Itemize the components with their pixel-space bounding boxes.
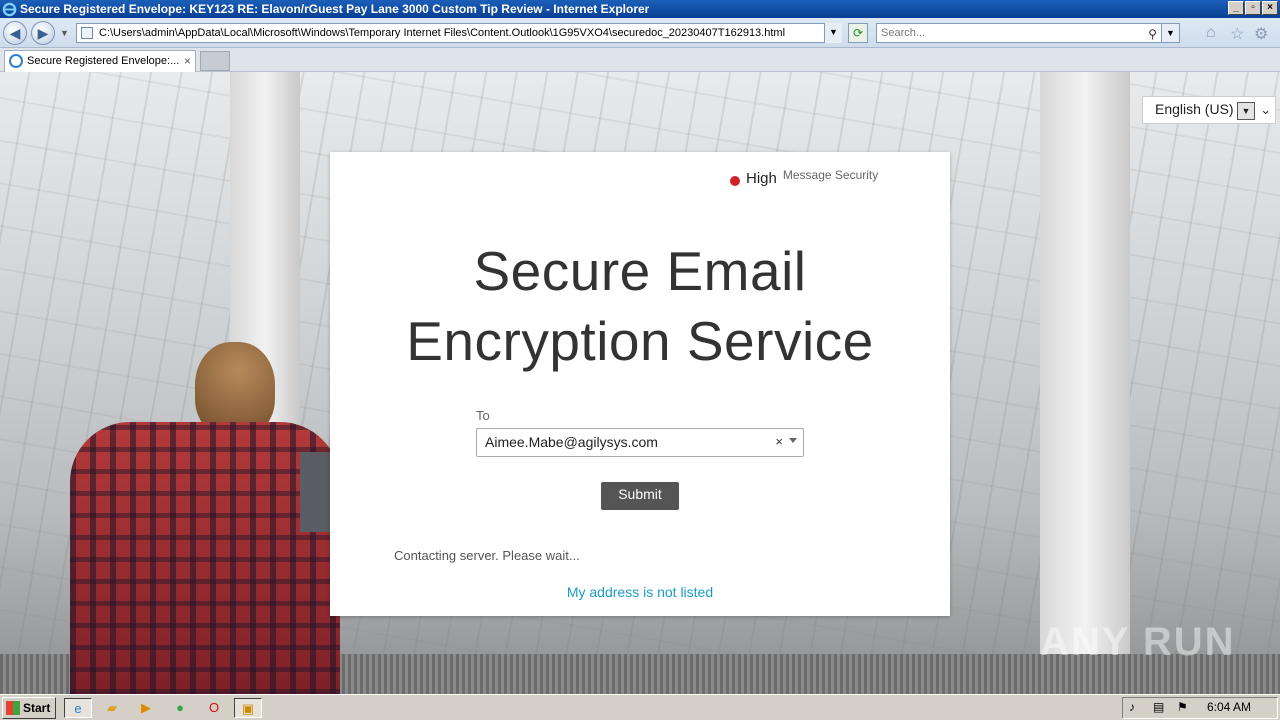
address-text: C:\Users\admin\AppData\Local\Microsoft\W… xyxy=(99,27,786,39)
status-message: Contacting server. Please wait... xyxy=(394,548,580,563)
taskbar-opera-icon[interactable]: O xyxy=(200,698,228,718)
page-title: Secure Email Encryption Service xyxy=(330,236,950,376)
tab-label: Secure Registered Envelope:... xyxy=(27,55,180,67)
address-dropdown-button[interactable]: ▼ xyxy=(824,23,842,43)
network-icon[interactable]: ▤ xyxy=(1153,700,1164,714)
forward-arrow-icon: ▶ xyxy=(37,25,49,41)
background-person-image xyxy=(40,342,340,694)
home-icon[interactable]: ⌂ xyxy=(1206,24,1216,42)
message-security-indicator: High Message Security xyxy=(730,168,878,187)
forward-button[interactable]: ▶ xyxy=(31,21,55,45)
address-bar[interactable]: C:\Users\admin\AppData\Local\Microsoft\W… xyxy=(76,23,842,43)
search-icon[interactable]: ⚲ xyxy=(1148,25,1157,43)
secure-envelope-card: High Message Security Secure Email Encry… xyxy=(330,152,950,616)
language-dropdown-button[interactable]: ▼ xyxy=(1237,102,1255,120)
browser-tabbar: Secure Registered Envelope:... × xyxy=(0,48,1280,72)
security-level: High xyxy=(746,170,777,187)
clear-selection-icon[interactable]: × xyxy=(775,429,783,455)
search-dropdown-button[interactable]: ▼ xyxy=(1161,24,1179,42)
system-tray: ♪ ▤ ⚑ 6:04 AM xyxy=(1122,697,1278,719)
window-controls: _ ▫ × xyxy=(1228,1,1278,15)
refresh-button[interactable]: ⟳ xyxy=(848,23,868,43)
taskbar-outlook-icon[interactable]: ▣ xyxy=(234,698,262,718)
action-center-flag-icon[interactable]: ⚑ xyxy=(1177,700,1188,714)
window-titlebar: Secure Registered Envelope: KEY123 RE: E… xyxy=(0,0,1280,18)
language-select[interactable]: English (US) ▼ ⌄ xyxy=(1142,96,1276,124)
gear-icon[interactable]: ⚙ xyxy=(1254,24,1268,44)
back-button[interactable]: ◀ xyxy=(3,21,27,45)
search-input[interactable]: Search... ⚲ ▼ xyxy=(876,23,1180,43)
to-label: To xyxy=(476,408,490,423)
close-button[interactable]: × xyxy=(1262,1,1278,15)
window-title: Secure Registered Envelope: KEY123 RE: E… xyxy=(20,2,650,16)
address-not-listed-link[interactable]: My address is not listed xyxy=(330,584,950,600)
favorites-star-icon[interactable]: ☆ xyxy=(1230,24,1244,44)
caret-down-icon[interactable] xyxy=(789,438,797,443)
page-icon xyxy=(81,27,93,39)
start-label: Start xyxy=(23,701,51,715)
background-pillar xyxy=(1040,72,1130,694)
ie-tab-icon xyxy=(9,54,23,68)
submit-button[interactable]: Submit xyxy=(601,482,679,510)
taskbar: Start e ▰ ▶ ● O ▣ ♪ ▤ ⚑ 6:04 AM xyxy=(0,694,1280,720)
volume-icon[interactable]: ♪ xyxy=(1129,700,1135,714)
restore-button[interactable]: ▫ xyxy=(1245,1,1261,15)
page-title-line1: Secure Email xyxy=(473,240,807,302)
recent-pages-dropdown-icon[interactable]: ▼ xyxy=(60,28,69,38)
back-arrow-icon: ◀ xyxy=(9,25,21,41)
recipient-value: Aimee.Mabe@agilysys.com xyxy=(485,434,658,450)
taskbar-media-player-icon[interactable]: ▶ xyxy=(132,698,160,718)
new-tab-button[interactable] xyxy=(200,51,230,71)
watermark-logo: ANY RUN xyxy=(1040,620,1236,664)
security-level-dot-icon xyxy=(730,176,740,186)
taskbar-folder-icon[interactable]: ▰ xyxy=(98,698,126,718)
search-placeholder: Search... xyxy=(881,27,926,39)
tab-secure-envelope[interactable]: Secure Registered Envelope:... × xyxy=(4,50,196,72)
chevron-down-icon: ⌄ xyxy=(1260,102,1271,117)
clock[interactable]: 6:04 AM xyxy=(1207,700,1251,714)
page-title-line2: Encryption Service xyxy=(406,310,874,372)
internet-explorer-icon xyxy=(2,2,17,16)
start-button[interactable]: Start xyxy=(2,697,56,719)
taskbar-internet-explorer-icon[interactable]: e xyxy=(64,698,92,718)
minimize-button[interactable]: _ xyxy=(1228,1,1244,15)
taskbar-chrome-icon[interactable]: ● xyxy=(166,698,194,718)
refresh-icon: ⟳ xyxy=(852,26,864,40)
security-label: Message Security xyxy=(782,168,879,182)
recipient-select[interactable]: Aimee.Mabe@agilysys.com × xyxy=(476,428,804,457)
close-tab-icon[interactable]: × xyxy=(184,51,191,71)
page-content: English (US) ▼ ⌄ High Message Security S… xyxy=(0,72,1280,694)
language-value: English (US) xyxy=(1155,101,1234,117)
windows-logo-icon xyxy=(6,701,20,715)
background-laptop-image xyxy=(300,452,332,532)
browser-navbar: ◀ ▶ ▼ C:\Users\admin\AppData\Local\Micro… xyxy=(0,18,1280,48)
